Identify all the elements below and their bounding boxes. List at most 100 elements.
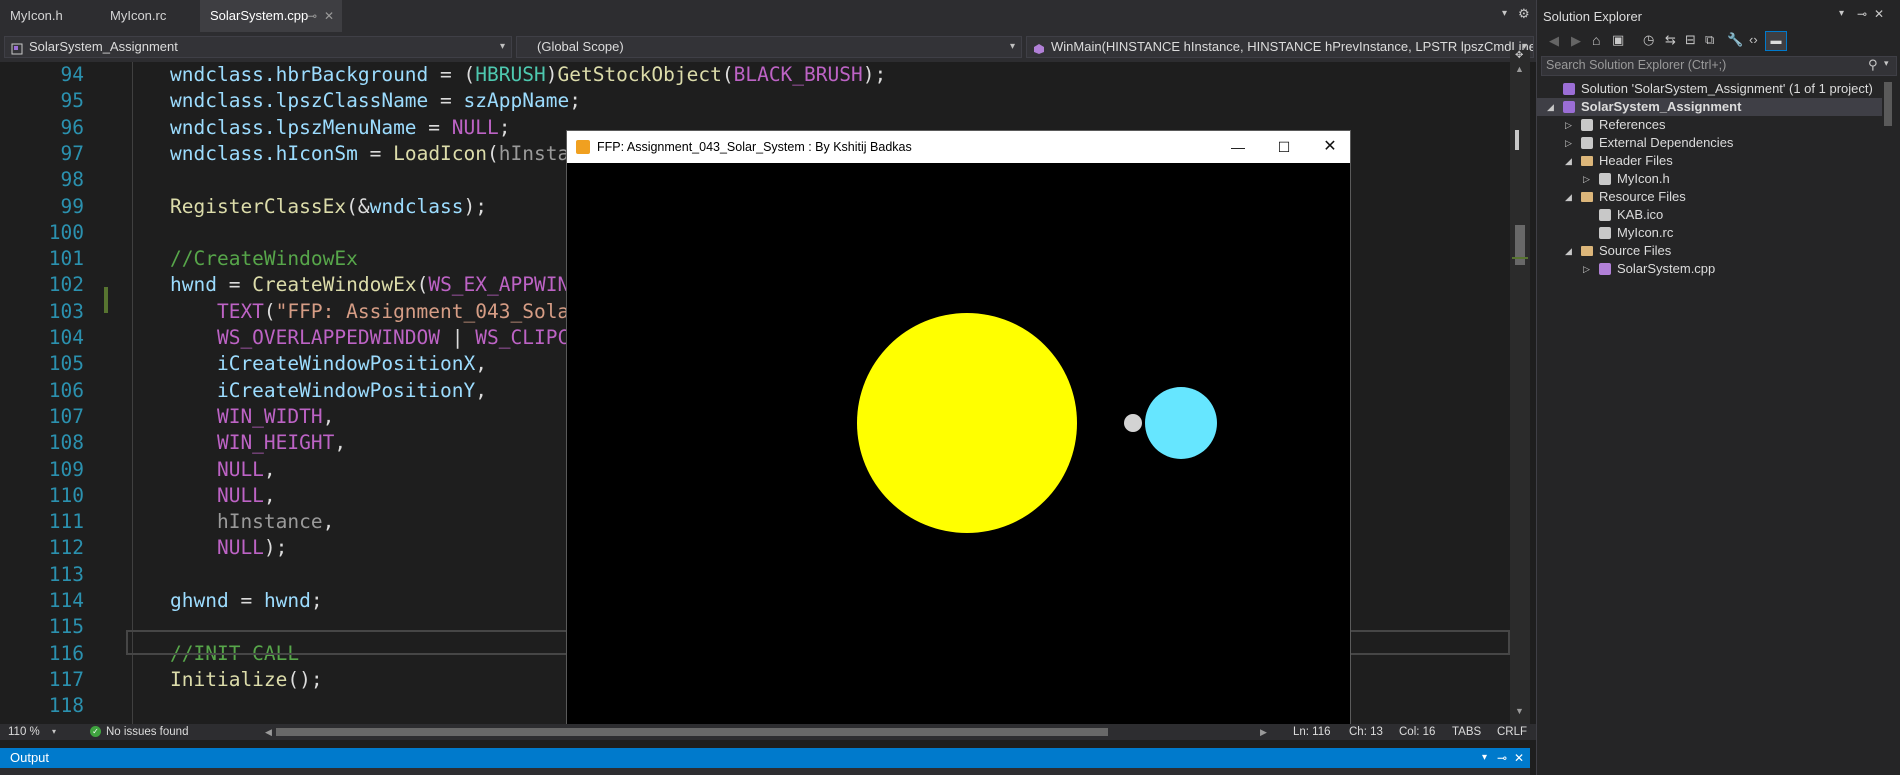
code-line[interactable]: iCreateWindowPositionY, bbox=[170, 379, 487, 402]
code-token: | bbox=[440, 326, 476, 349]
expanded-arrow-icon[interactable]: ◢ bbox=[1547, 98, 1554, 116]
zoom-level[interactable]: 110 % bbox=[8, 724, 40, 740]
code-line[interactable]: RegisterClassEx(&wndclass); bbox=[170, 195, 487, 218]
tree-item[interactable]: ▷ SolarSystem.cpp bbox=[1537, 260, 1882, 278]
close-icon[interactable]: ✕ bbox=[1307, 131, 1353, 163]
char-indicator[interactable]: Ch: 13 bbox=[1349, 724, 1383, 740]
tree-item[interactable]: ◢ Resource Files bbox=[1537, 188, 1882, 206]
properties-icon[interactable]: 🔧 bbox=[1727, 32, 1743, 48]
indent-mode[interactable]: TABS bbox=[1452, 724, 1481, 740]
code-line[interactable]: WIN_WIDTH, bbox=[170, 405, 334, 428]
code-line[interactable]: WS_OVERLAPPEDWINDOW | WS_CLIPCH bbox=[170, 326, 581, 349]
sync-icon[interactable]: ⇆ bbox=[1665, 32, 1676, 48]
zoom-dropdown-icon[interactable]: ▾ bbox=[52, 724, 56, 740]
indent-guide bbox=[132, 62, 133, 724]
code-line[interactable]: wndclass.lpszMenuName = NULL; bbox=[170, 116, 511, 139]
code-line[interactable]: WIN_HEIGHT, bbox=[170, 431, 346, 454]
home-icon[interactable]: ⌂ bbox=[1592, 32, 1600, 48]
scroll-right-icon[interactable]: ▶ bbox=[1260, 724, 1267, 740]
app-title-bar[interactable]: FFP: Assignment_043_Solar_System : By Ks… bbox=[567, 131, 1350, 163]
collapsed-arrow-icon[interactable]: ▷ bbox=[1565, 134, 1572, 152]
code-line[interactable]: wndclass.hIconSm = LoadIcon(hInstan bbox=[170, 142, 581, 165]
collapsed-arrow-icon[interactable]: ▷ bbox=[1583, 260, 1590, 278]
chevron-down-icon[interactable]: ▾ bbox=[1839, 8, 1844, 19]
line-number: 104 bbox=[48, 326, 84, 349]
back-icon[interactable]: ◀ bbox=[1549, 33, 1559, 49]
tree-scroll-thumb[interactable] bbox=[1884, 82, 1892, 126]
tree-item[interactable]: ▷ External Dependencies bbox=[1537, 134, 1882, 152]
tree-item[interactable]: ▷ References bbox=[1537, 116, 1882, 134]
code-line[interactable]: Initialize(); bbox=[170, 668, 323, 691]
line-number: 116 bbox=[48, 641, 84, 665]
code-line[interactable]: hInstance, bbox=[170, 510, 334, 533]
code-token: hwnd bbox=[263, 589, 311, 612]
forward-icon[interactable]: ▶ bbox=[1571, 33, 1581, 49]
member-dropdown[interactable]: WinMain(HINSTANCE hInstance, HINSTANCE h… bbox=[1026, 36, 1534, 58]
tab-myicon-rc[interactable]: MyIcon.rc bbox=[100, 0, 200, 32]
close-icon[interactable]: ✕ bbox=[324, 0, 334, 32]
app-window[interactable]: FFP: Assignment_043_Solar_System : By Ks… bbox=[566, 130, 1351, 730]
line-number: 101 bbox=[48, 247, 84, 271]
minimize-icon[interactable]: — bbox=[1215, 131, 1261, 163]
pin-icon[interactable]: ⊸ bbox=[307, 0, 317, 32]
tree-item[interactable]: KAB.ico bbox=[1537, 206, 1882, 224]
line-indicator[interactable]: Ln: 116 bbox=[1293, 724, 1331, 740]
pin-icon[interactable]: ⊸ bbox=[1857, 7, 1867, 21]
tree-item[interactable]: Solution 'SolarSystem_Assignment' (1 of … bbox=[1537, 80, 1882, 98]
tree-item[interactable]: ◢ Header Files bbox=[1537, 152, 1882, 170]
tree-item[interactable]: ◢ Source Files bbox=[1537, 242, 1882, 260]
scroll-thumb[interactable] bbox=[1515, 225, 1525, 265]
line-ending[interactable]: CRLF bbox=[1497, 724, 1527, 740]
output-panel-header[interactable]: Output ▾ ⊸ ✕ bbox=[0, 748, 1530, 768]
pending-changes-icon[interactable]: ◷ bbox=[1643, 32, 1654, 48]
switch-views-icon[interactable]: ▣ bbox=[1612, 32, 1624, 48]
tree-item[interactable]: ◢ SolarSystem_Assignment bbox=[1537, 98, 1882, 116]
scroll-down-icon[interactable]: ▼ bbox=[1515, 706, 1524, 716]
code-line[interactable]: hwnd = CreateWindowEx(WS_EX_APPWIND bbox=[170, 273, 581, 296]
preview-selected-icon[interactable]: ▬ bbox=[1765, 31, 1787, 51]
column-indicator[interactable]: Col: 16 bbox=[1399, 724, 1435, 740]
issues-status[interactable]: No issues found bbox=[106, 724, 188, 740]
project-dropdown[interactable]: SolarSystem_Assignment ▾ bbox=[4, 36, 512, 58]
tab-solarsystem-cpp[interactable]: SolarSystem.cpp ⊸ ✕ bbox=[200, 0, 342, 32]
scroll-up-icon[interactable]: ▲ bbox=[1515, 64, 1524, 74]
expanded-arrow-icon[interactable]: ◢ bbox=[1565, 242, 1572, 260]
split-icon[interactable]: ✥ bbox=[1515, 50, 1523, 61]
expanded-arrow-icon[interactable]: ◢ bbox=[1565, 152, 1572, 170]
pin-icon[interactable]: ⊸ bbox=[1497, 748, 1507, 768]
horizontal-scroll-thumb[interactable] bbox=[276, 728, 1108, 736]
chevron-down-icon[interactable]: ▾ bbox=[1884, 58, 1889, 69]
close-icon[interactable]: ✕ bbox=[1874, 7, 1884, 21]
collapsed-arrow-icon[interactable]: ▷ bbox=[1583, 170, 1590, 188]
solution-search-box[interactable]: Search Solution Explorer (Ctrl+;) ⚲ ▾ bbox=[1541, 56, 1897, 76]
view-code-icon[interactable]: ‹› bbox=[1749, 32, 1758, 47]
close-icon[interactable]: ✕ bbox=[1514, 748, 1524, 768]
code-line[interactable]: wndclass.hbrBackground = (HBRUSH)GetStoc… bbox=[170, 63, 886, 86]
search-icon[interactable]: ⚲ bbox=[1868, 57, 1878, 73]
scroll-left-icon[interactable]: ◀ bbox=[265, 724, 272, 740]
code-line[interactable]: NULL, bbox=[170, 458, 276, 481]
code-token: hwnd bbox=[170, 273, 217, 297]
code-line[interactable]: NULL, bbox=[170, 484, 276, 507]
expanded-arrow-icon[interactable]: ◢ bbox=[1565, 188, 1572, 206]
collapsed-arrow-icon[interactable]: ▷ bbox=[1565, 116, 1572, 134]
settings-gear-icon[interactable]: ⚙ bbox=[1518, 6, 1530, 22]
line-number: 111 bbox=[48, 510, 84, 534]
code-line[interactable]: ghwnd = hwnd; bbox=[170, 589, 323, 612]
code-token: Initialize bbox=[170, 667, 288, 691]
tab-list-dropdown-icon[interactable]: ▾ bbox=[1502, 8, 1507, 19]
scope-dropdown[interactable]: (Global Scope) ▾ bbox=[516, 36, 1022, 58]
vertical-scrollbar[interactable]: ✥ ▲ ▼ bbox=[1510, 50, 1530, 724]
code-line[interactable]: TEXT("FFP: Assignment_043_Solar bbox=[170, 300, 581, 323]
code-line[interactable]: //CreateWindowEx bbox=[170, 247, 358, 270]
code-line[interactable]: iCreateWindowPositionX, bbox=[170, 352, 487, 375]
tree-item[interactable]: MyIcon.rc bbox=[1537, 224, 1882, 242]
tab-myicon-h[interactable]: MyIcon.h bbox=[0, 0, 96, 32]
collapse-all-icon[interactable]: ⊟ bbox=[1685, 32, 1696, 48]
tree-item[interactable]: ▷ MyIcon.h bbox=[1537, 170, 1882, 188]
maximize-icon[interactable]: ☐ bbox=[1261, 131, 1307, 163]
show-all-files-icon[interactable]: ⧉ bbox=[1705, 32, 1714, 48]
code-line[interactable]: wndclass.lpszClassName = szAppName; bbox=[170, 89, 581, 112]
chevron-down-icon[interactable]: ▾ bbox=[1482, 748, 1487, 768]
code-line[interactable]: NULL); bbox=[170, 536, 287, 559]
